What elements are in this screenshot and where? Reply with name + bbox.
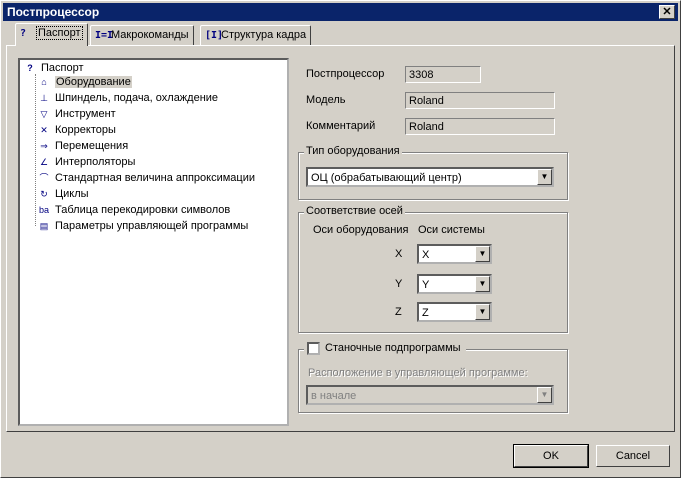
axis-x-select[interactable]: X ▼ bbox=[417, 244, 492, 264]
tree-item-label: Оборудование bbox=[55, 76, 132, 88]
postprocessor-dialog: Постпроцессор ✕ ? Паспорт I=IМакрокоманды… bbox=[0, 0, 681, 478]
tree-item-label: Шпиндель, подача, охлаждение bbox=[55, 92, 219, 104]
subprograms-title: Станочные подпрограммы bbox=[325, 342, 461, 354]
postprocessor-field: 3308 bbox=[405, 66, 481, 83]
passport-icon: ? bbox=[20, 28, 27, 39]
chevron-down-icon[interactable]: ▼ bbox=[475, 304, 490, 320]
tree-item-correctors[interactable]: ✕ Корректоры bbox=[36, 122, 116, 138]
tree-item-label: Перемещения bbox=[55, 140, 129, 152]
model-field: Roland bbox=[405, 92, 555, 109]
axis-z-label: Z bbox=[395, 306, 402, 318]
comment-field: Roland bbox=[405, 118, 555, 135]
tab-macros-label: Макрокоманды bbox=[111, 29, 189, 41]
postprocessor-label: Постпроцессор bbox=[306, 68, 385, 80]
tab-frame-structure[interactable]: [I]Структура кадра bbox=[200, 25, 312, 45]
model-label: Модель bbox=[306, 94, 346, 106]
chevron-down-icon[interactable]: ▼ bbox=[475, 276, 490, 292]
tree-view[interactable]: ? Паспорт ⌂ Оборудование ⊥ Шпиндель, подача… bbox=[18, 58, 289, 426]
axis-y-select[interactable]: Y ▼ bbox=[417, 274, 492, 294]
tree-item-equipment[interactable]: ⌂ Оборудование bbox=[36, 74, 132, 90]
equipment-icon: ⌂ bbox=[41, 77, 47, 88]
cancel-button[interactable]: Cancel bbox=[596, 445, 670, 467]
tree-item-tool[interactable]: ▽ Инструмент bbox=[36, 106, 116, 122]
macro-icon: I=I bbox=[95, 30, 114, 41]
subprograms-checkbox[interactable] bbox=[307, 342, 320, 355]
tree-item-label: Стандартная величина аппроксимации bbox=[55, 172, 255, 184]
axes-group-title: Соответствие осей bbox=[304, 205, 405, 217]
frame-structure-icon: [I] bbox=[205, 30, 224, 41]
char-table-icon: ba bbox=[38, 205, 49, 216]
chevron-down-icon[interactable]: ▼ bbox=[537, 169, 552, 185]
equipment-type-select[interactable]: ОЦ (обрабатывающий центр) ▼ bbox=[306, 167, 554, 187]
location-select[interactable]: в начале ▼ bbox=[306, 385, 554, 405]
equipment-type-title: Тип оборудования bbox=[304, 145, 402, 157]
tree-root-label: Паспорт bbox=[41, 62, 84, 74]
tree-item-label: Циклы bbox=[55, 188, 89, 200]
cycles-icon: ↻ bbox=[40, 189, 48, 200]
tree-item-label: Корректоры bbox=[55, 124, 116, 136]
corrector-icon: ✕ bbox=[40, 125, 48, 136]
movement-icon: ⇒ bbox=[40, 141, 48, 152]
close-button[interactable]: ✕ bbox=[659, 5, 675, 19]
tree-item-program-params[interactable]: ▤ Параметры управляющей программы bbox=[36, 218, 249, 234]
chevron-down-icon[interactable]: ▼ bbox=[537, 387, 552, 403]
axis-x-label: X bbox=[395, 248, 403, 260]
tab-macros[interactable]: I=IМакрокоманды bbox=[90, 25, 194, 45]
interpolator-icon: ∠ bbox=[39, 157, 49, 168]
tree-item-label: Параметры управляющей программы bbox=[55, 220, 249, 232]
spindle-icon: ⊥ bbox=[40, 93, 48, 104]
system-axes-header: Оси системы bbox=[418, 224, 485, 236]
approximation-icon: ⌒ bbox=[39, 173, 49, 184]
equipment-axes-header: Оси оборудования bbox=[313, 224, 409, 236]
program-params-icon: ▤ bbox=[39, 221, 49, 232]
tree-item-label: Таблица перекодировки символов bbox=[55, 204, 231, 216]
axis-y-label: Y bbox=[395, 278, 403, 290]
equipment-type-value: ОЦ (обрабатывающий центр) bbox=[311, 172, 462, 184]
location-label: Расположение в управляющей программе: bbox=[308, 367, 528, 379]
tree-item-interpolators[interactable]: ∠ Интерполяторы bbox=[36, 154, 135, 170]
tree-item-spindle[interactable]: ⊥ Шпиндель, подача, охлаждение bbox=[36, 90, 218, 106]
chevron-down-icon[interactable]: ▼ bbox=[475, 246, 490, 262]
axis-z-value: Z bbox=[422, 307, 429, 319]
axis-x-value: X bbox=[422, 249, 430, 261]
tab-frame-structure-label: Структура кадра bbox=[221, 29, 307, 41]
window-title: Постпроцессор bbox=[7, 5, 100, 19]
tree-item-movements[interactable]: ⇒ Перемещения bbox=[36, 138, 128, 154]
comment-label: Комментарий bbox=[306, 120, 376, 132]
tree-item-label: Интерполяторы bbox=[55, 156, 136, 168]
location-value: в начале bbox=[311, 390, 357, 402]
tree-item-cycles[interactable]: ↻ Циклы bbox=[36, 186, 89, 202]
title-bar: Постпроцессор ✕ bbox=[3, 3, 678, 21]
tab-passport[interactable]: ? Паспорт bbox=[15, 23, 88, 46]
axis-y-value: Y bbox=[422, 279, 430, 291]
tree-item-label: Инструмент bbox=[55, 108, 116, 120]
ok-button[interactable]: OK bbox=[513, 444, 589, 468]
axis-z-select[interactable]: Z ▼ bbox=[417, 302, 492, 322]
tree-item-approximation[interactable]: ⌒ Стандартная величина аппроксимации bbox=[36, 170, 255, 186]
passport-icon: ? bbox=[27, 63, 33, 74]
tool-icon: ▽ bbox=[40, 109, 48, 120]
tree-item-char-table[interactable]: ba Таблица перекодировки символов bbox=[36, 202, 230, 218]
tab-passport-label: Паспорт bbox=[36, 26, 83, 40]
subprograms-title-row: Станочные подпрограммы bbox=[304, 341, 466, 356]
